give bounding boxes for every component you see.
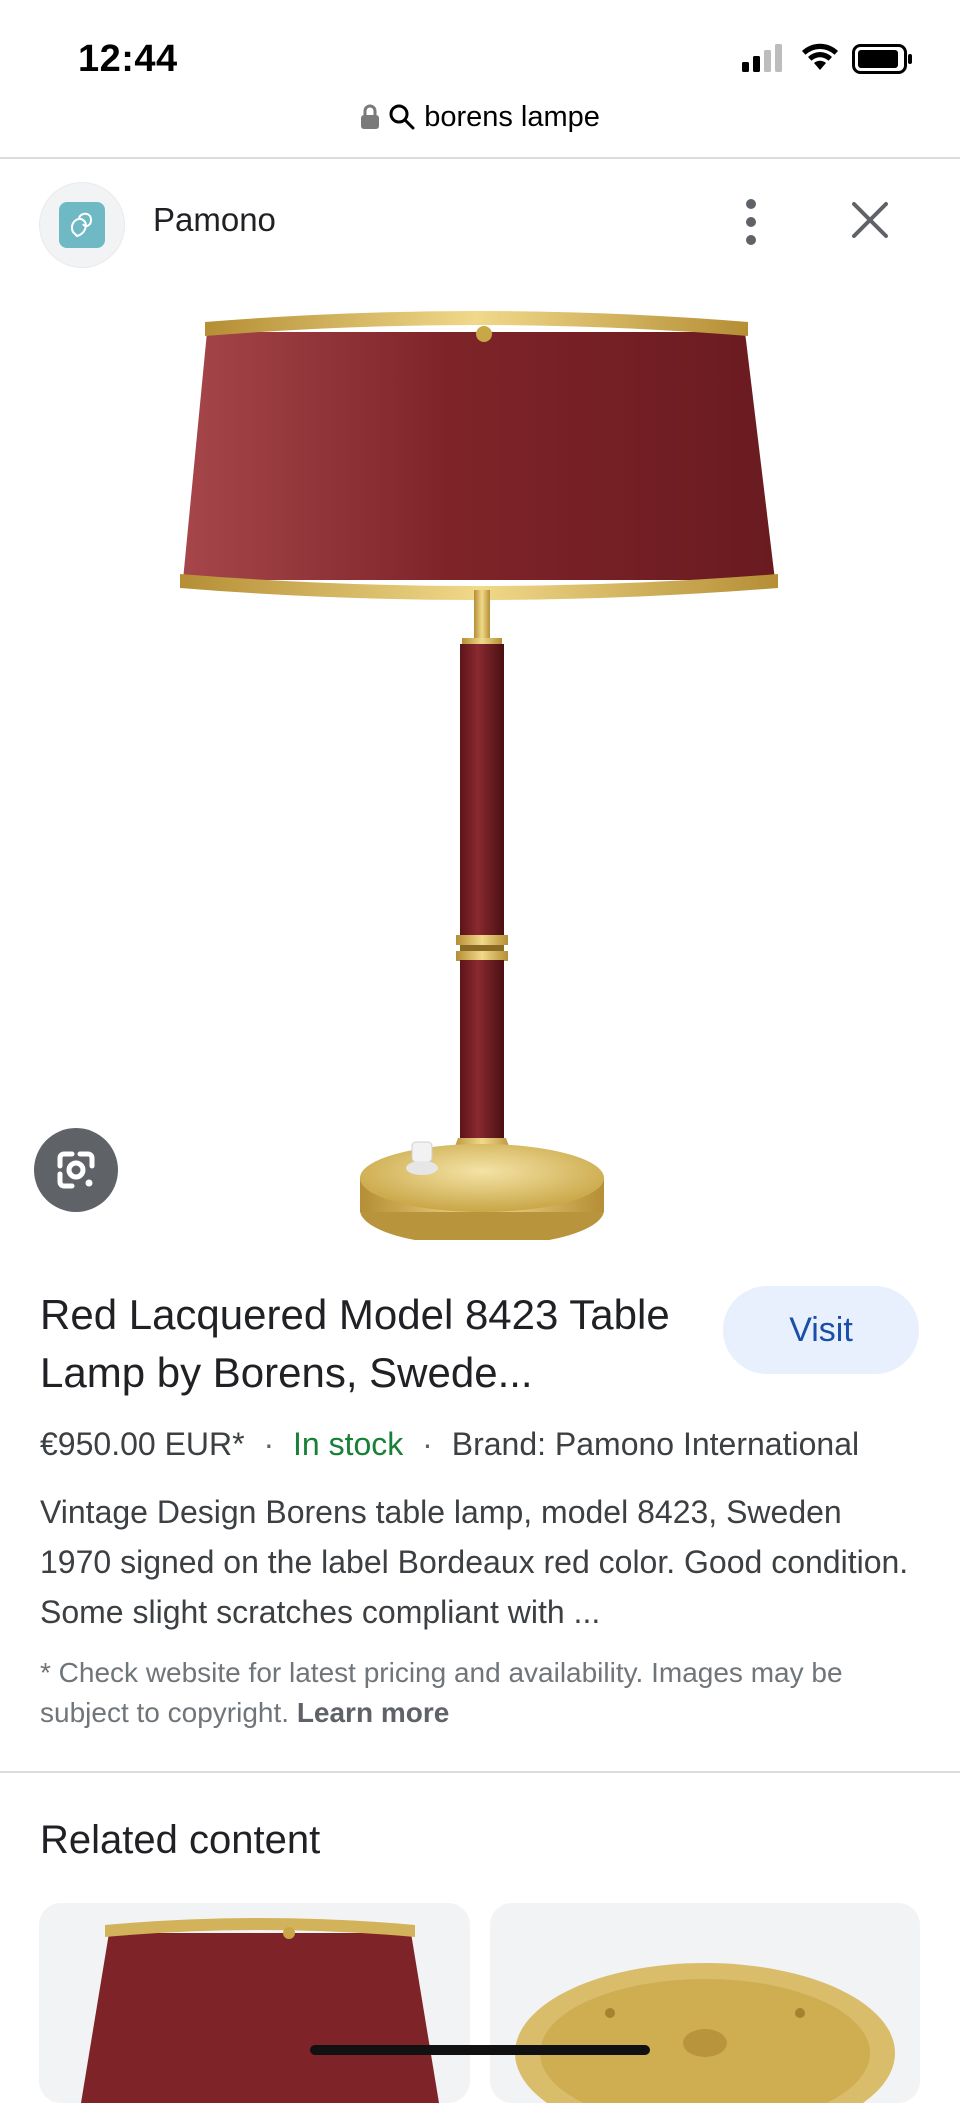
product-description: Vintage Design Borens table lamp, model … <box>40 1494 909 1630</box>
related-thumbnail <box>515 1963 895 2103</box>
learn-more-link[interactable]: Learn more <box>297 1697 450 1728</box>
disclaimer: * Check website for latest pricing and a… <box>40 1653 920 1733</box>
search-icon <box>389 104 415 130</box>
price-stock-line: €950.00 EUR* · In stock · Brand: Pamono … <box>40 1426 859 1463</box>
divider <box>0 1771 960 1773</box>
divider <box>0 157 960 159</box>
visit-button[interactable]: Visit <box>723 1286 919 1374</box>
separator: · <box>263 1426 275 1462</box>
google-lens-icon <box>57 1151 95 1189</box>
battery-icon <box>852 44 912 74</box>
source-name[interactable]: Pamono <box>153 201 276 239</box>
google-lens-button[interactable] <box>34 1128 118 1212</box>
product-image[interactable] <box>0 280 960 1246</box>
more-vert-icon[interactable] <box>736 196 766 248</box>
product-title[interactable]: Red Lacquered Model 8423 Table Lamp by B… <box>40 1286 700 1402</box>
cellular-signal-icon <box>742 44 782 72</box>
related-card[interactable] <box>39 1903 470 2103</box>
source-logo <box>59 202 105 248</box>
product-price: €950.00 EUR* <box>40 1426 245 1462</box>
stock-status: In stock <box>293 1426 404 1462</box>
close-icon[interactable] <box>846 196 894 244</box>
lamp-illustration <box>180 311 778 1246</box>
address-query: borens lampe <box>424 100 600 133</box>
home-indicator <box>310 2045 650 2055</box>
address-bar[interactable]: borens lampe <box>0 100 960 134</box>
status-bar: 12:44 <box>0 0 960 110</box>
related-card[interactable] <box>490 1903 920 2103</box>
source-avatar[interactable] <box>39 182 125 268</box>
status-time: 12:44 <box>78 38 178 80</box>
related-heading: Related content <box>40 1818 321 1862</box>
separator: · <box>422 1426 433 1462</box>
related-thumbnail <box>81 1918 439 2103</box>
product-brand: Brand: Pamono International <box>451 1426 860 1462</box>
lock-icon <box>361 104 380 130</box>
wifi-icon <box>802 43 838 70</box>
